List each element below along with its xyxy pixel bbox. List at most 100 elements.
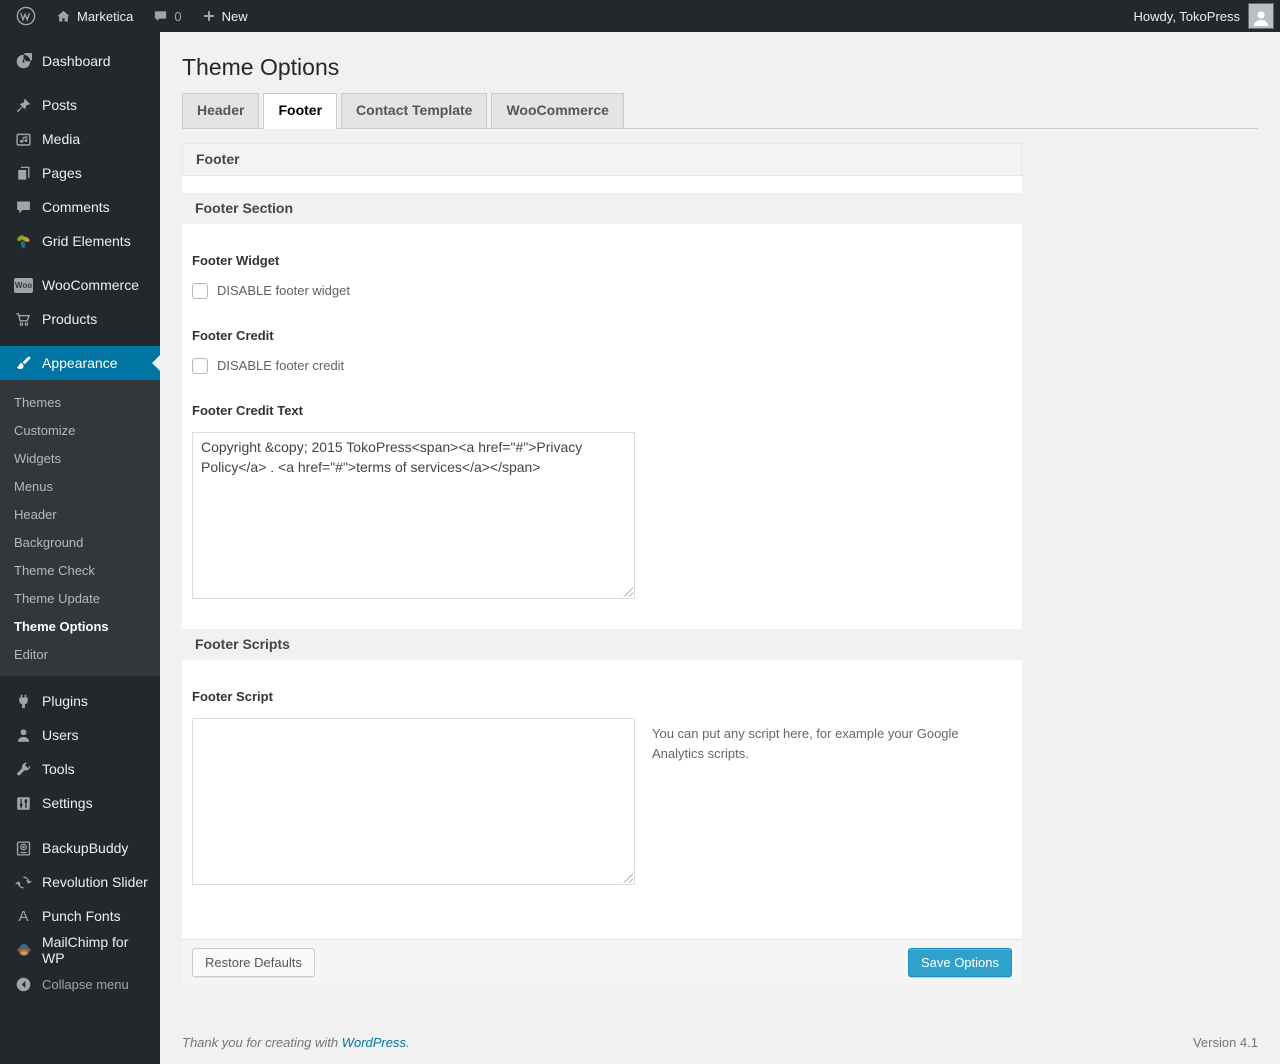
sidebar-item-woocommerce[interactable]: Woo WooCommerce	[0, 268, 160, 302]
footer-script-help-text: You can put any script here, for example…	[652, 725, 959, 761]
mailchimp-monkey-icon	[14, 941, 33, 960]
wordpress-logo-button[interactable]	[6, 0, 46, 32]
sidebar-item-pages[interactable]: Pages	[0, 156, 160, 190]
account-menu[interactable]: Howdy, TokoPress	[1134, 0, 1280, 32]
sidebar-item-media[interactable]: Media	[0, 122, 160, 156]
sidebar-item-label: Comments	[42, 199, 110, 215]
tab-contact-template[interactable]: Contact Template	[341, 93, 488, 129]
media-icon	[14, 130, 33, 149]
sidebar-item-revolution-slider[interactable]: Revolution Slider	[0, 865, 160, 899]
submenu-item-menus[interactable]: Menus	[0, 472, 160, 500]
sidebar-item-label: Dashboard	[42, 53, 111, 69]
sidebar-item-label: Appearance	[42, 355, 118, 371]
submenu-item-theme-options[interactable]: Theme Options	[0, 612, 160, 640]
sidebar-item-appearance[interactable]: Appearance	[0, 346, 160, 380]
wordpress-logo-icon	[16, 6, 36, 26]
backup-drive-icon	[14, 839, 33, 858]
page-title: Theme Options	[182, 54, 340, 80]
sidebar-item-products[interactable]: Products	[0, 302, 160, 336]
footer-credit-checkbox-label: DISABLE footer credit	[217, 358, 345, 374]
submenu-item-theme-update[interactable]: Theme Update	[0, 584, 160, 612]
tab-bar: Header Footer Contact Template WooCommer…	[182, 93, 1258, 129]
sidebar-item-plugins[interactable]: Plugins	[0, 684, 160, 718]
user-icon	[14, 726, 33, 745]
pages-icon	[14, 164, 33, 183]
sidebar-item-label: Revolution Slider	[42, 874, 148, 890]
sidebar-item-label: Users	[42, 727, 79, 743]
collapse-menu-button[interactable]: Collapse menu	[0, 967, 160, 1001]
footer-credit-text-input[interactable]: Copyright &copy; 2015 TokoPress<span><a …	[192, 431, 635, 599]
footer-section-fields: Footer Widget DISABLE footer widget Foot…	[182, 253, 1022, 604]
version-label: Version 4.1	[1192, 1034, 1258, 1050]
sidebar-item-label: Punch Fonts	[42, 908, 121, 924]
collapse-menu-label: Collapse menu	[42, 976, 129, 992]
avatar	[1248, 3, 1274, 29]
submenu-item-editor[interactable]: Editor	[0, 640, 160, 668]
admin-sidebar: Dashboard Posts Media Pages Comments Gri…	[0, 32, 160, 1064]
woo-icon: Woo	[14, 276, 33, 295]
save-options-button[interactable]: Save Options	[907, 947, 1012, 977]
comments-icon	[14, 198, 33, 217]
new-label: New	[221, 8, 248, 24]
wrench-icon	[14, 760, 33, 779]
submenu-item-theme-check[interactable]: Theme Check	[0, 556, 160, 584]
sidebar-item-users[interactable]: Users	[0, 718, 160, 752]
sidebar-item-tools[interactable]: Tools	[0, 752, 160, 786]
sidebar-item-backupbuddy[interactable]: BackupBuddy	[0, 831, 160, 865]
footer-widget-disable-row: DISABLE footer widget	[192, 282, 1012, 299]
comment-count: 0	[174, 8, 182, 24]
site-name-link[interactable]: Marketica	[46, 0, 143, 32]
comment-icon	[153, 9, 168, 24]
sidebar-item-label: Tools	[42, 761, 75, 777]
restore-defaults-button[interactable]: Restore Defaults	[192, 947, 315, 977]
plug-icon	[14, 692, 33, 711]
footer-credit-label: Footer Credit	[192, 327, 274, 343]
footer-script-input[interactable]	[192, 717, 635, 885]
section-heading-footer-scripts: Footer Scripts	[182, 628, 1022, 660]
sidebar-item-comments[interactable]: Comments	[0, 190, 160, 224]
dashboard-icon	[14, 52, 33, 71]
footer-scripts-fields: Footer Script You can put any script her…	[182, 689, 1022, 885]
sidebar-item-punch-fonts[interactable]: A Punch Fonts	[0, 899, 160, 933]
appearance-submenu: Themes Customize Widgets Menus Header Ba…	[0, 380, 160, 676]
admin-bar: Marketica 0 New Howdy, TokoPress	[0, 0, 1280, 32]
wordpress-link[interactable]: WordPress	[342, 1035, 406, 1050]
footer-script-label: Footer Script	[192, 688, 273, 704]
page-footer: Thank you for creating with WordPress. V…	[182, 1035, 1258, 1050]
theme-options-panel: Footer Footer Section Footer Widget DISA…	[182, 142, 1022, 985]
footer-credit-text-label: Footer Credit Text	[192, 402, 303, 418]
main-content: Theme Options Header Footer Contact Temp…	[160, 32, 1280, 1064]
footer-widget-checkbox-label: DISABLE footer widget	[217, 283, 350, 299]
sidebar-item-label: MailChimp for WP	[42, 934, 129, 966]
admin-bar-left: Marketica 0 New	[0, 0, 258, 32]
brush-icon	[14, 354, 33, 373]
submenu-item-background[interactable]: Background	[0, 528, 160, 556]
submenu-item-widgets[interactable]: Widgets	[0, 444, 160, 472]
footer-widget-checkbox[interactable]	[192, 282, 208, 299]
sidebar-item-settings[interactable]: Settings	[0, 786, 160, 820]
sidebar-item-grid-elements[interactable]: Grid Elements	[0, 224, 160, 258]
comments-shortcut[interactable]: 0	[143, 0, 191, 32]
sidebar-item-mailchimp[interactable]: MailChimp for WP	[0, 933, 160, 967]
new-content-button[interactable]: New	[192, 0, 258, 32]
submenu-item-header[interactable]: Header	[0, 500, 160, 528]
home-icon	[56, 9, 71, 24]
collapse-arrow-icon	[14, 975, 33, 994]
cart-icon	[14, 310, 33, 329]
sidebar-item-label: Posts	[42, 97, 78, 113]
submenu-item-themes[interactable]: Themes	[0, 388, 160, 416]
panel-title: Footer	[182, 142, 1022, 176]
cycle-arrows-icon	[14, 873, 33, 892]
tab-header[interactable]: Header	[182, 93, 260, 129]
pin-icon	[14, 96, 33, 115]
sidebar-item-dashboard[interactable]: Dashboard	[0, 44, 160, 78]
footer-credit-disable-row: DISABLE footer credit	[192, 357, 1012, 374]
tab-footer[interactable]: Footer	[263, 93, 338, 129]
tab-woocommerce[interactable]: WooCommerce	[491, 93, 624, 129]
plus-icon	[202, 9, 216, 23]
footer-credit-checkbox[interactable]	[192, 357, 208, 374]
sidebar-item-label: WooCommerce	[42, 277, 139, 293]
sidebar-item-label: Pages	[42, 165, 82, 181]
submenu-item-customize[interactable]: Customize	[0, 416, 160, 444]
sidebar-item-posts[interactable]: Posts	[0, 88, 160, 122]
